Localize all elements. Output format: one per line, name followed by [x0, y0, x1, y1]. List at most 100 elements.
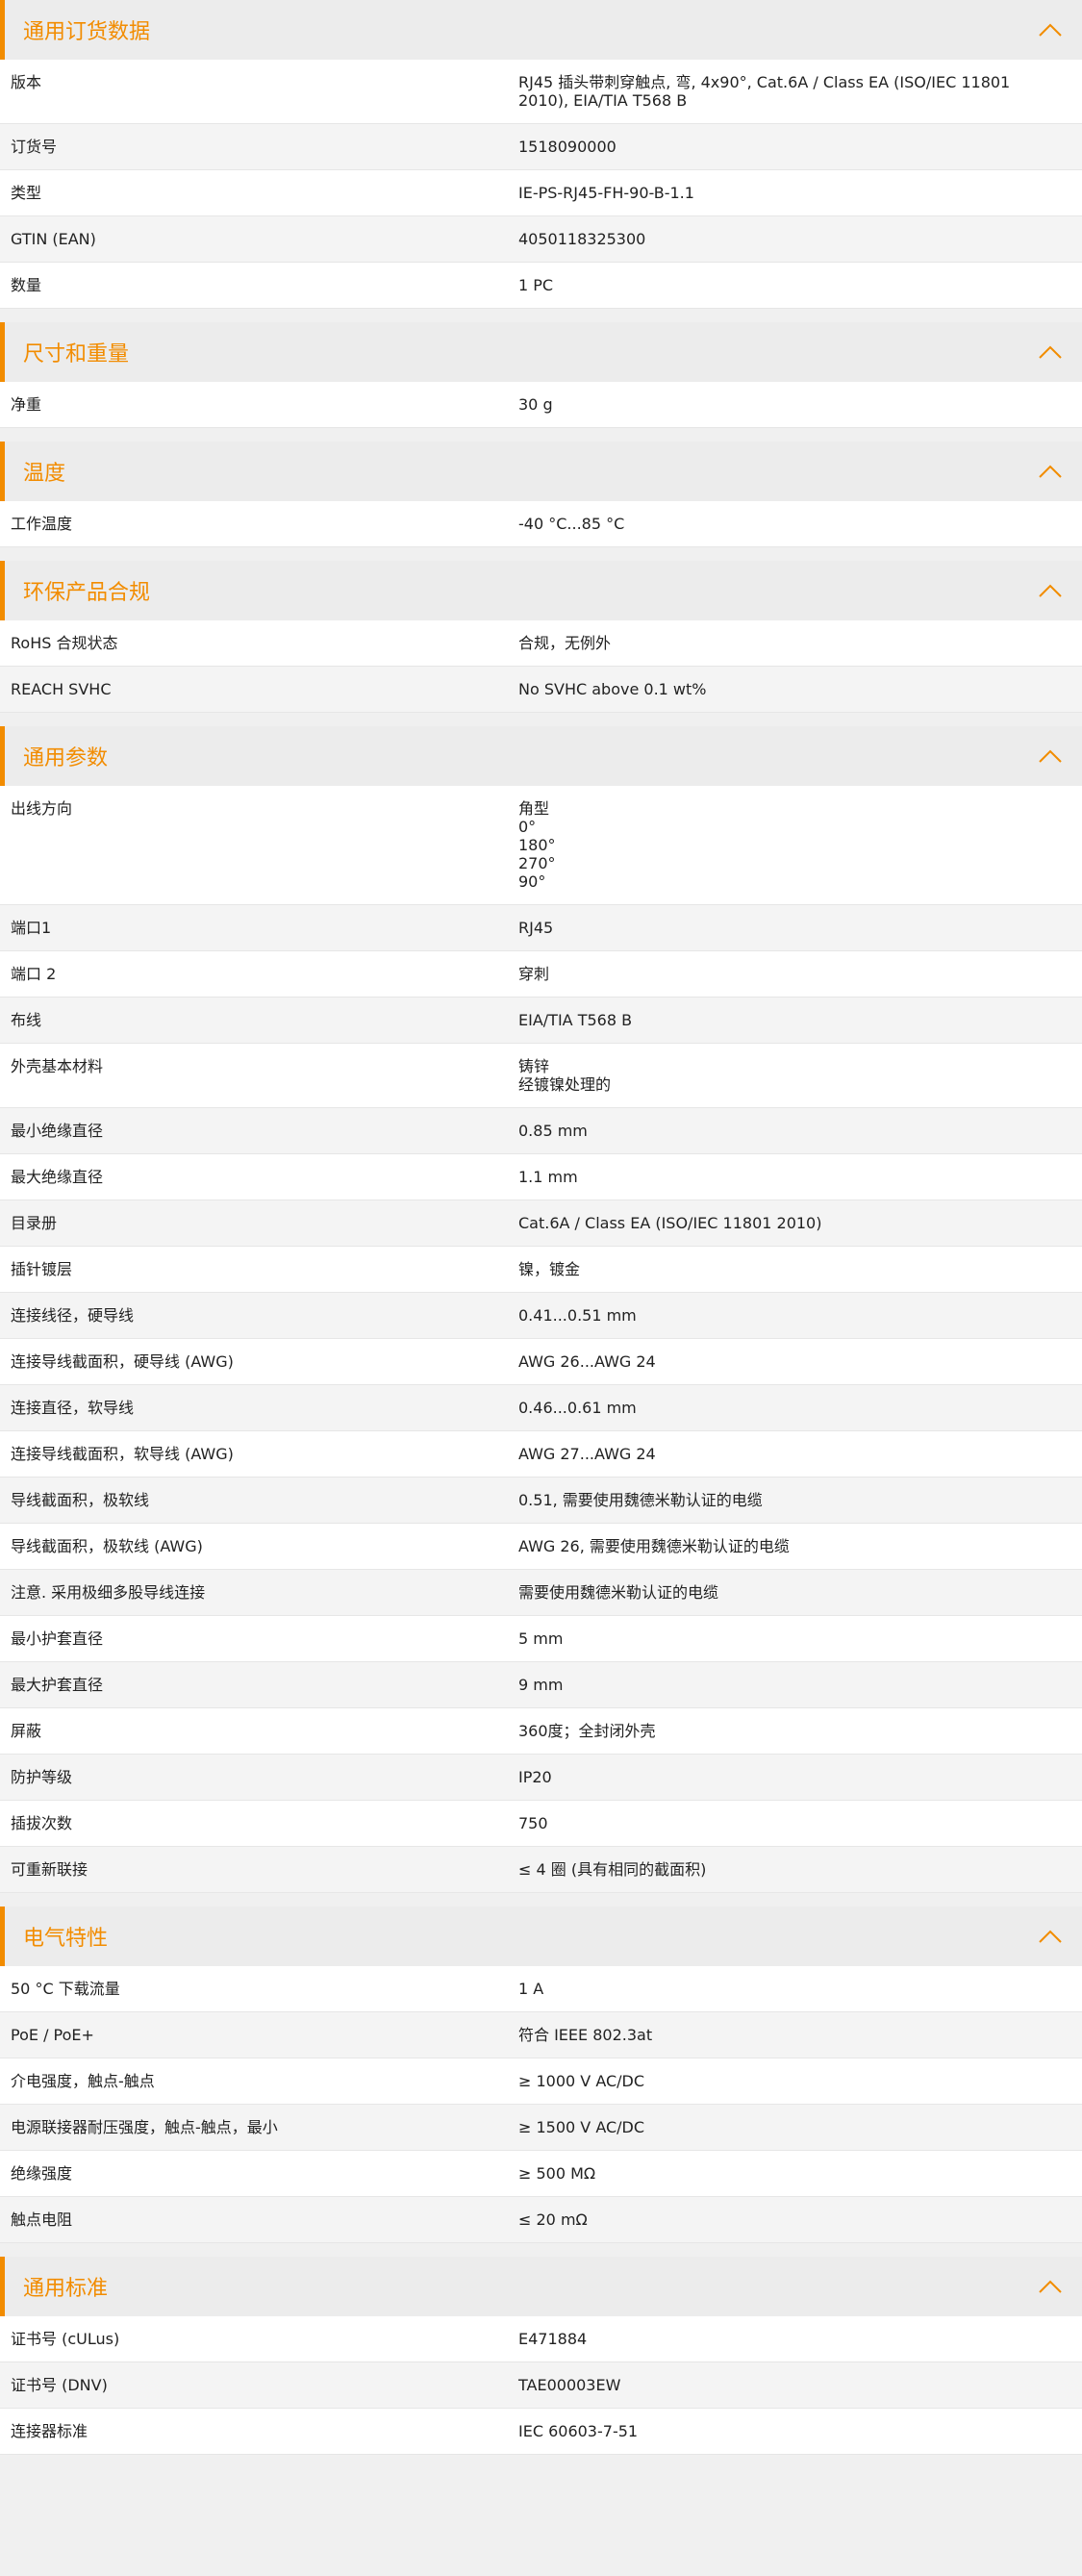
section-gap: [0, 547, 1082, 561]
spec-value-line: AWG 26, 需要使用魏德米勒认证的电缆: [518, 1537, 790, 1555]
spec-rows: 50 °C 下载流量 1 A PoE / PoE+ 符合 IEEE 802.3at 介电…: [0, 1966, 1082, 2243]
spec-value-line: 需要使用魏德米勒认证的电缆: [518, 1583, 719, 1602]
spec-value-line: Cat.6A / Class EA (ISO/IEC 11801 2010): [518, 1214, 822, 1232]
chevron-up-icon[interactable]: [1036, 457, 1065, 486]
spec-row: 最小绝缘直径 0.85 mm: [0, 1108, 1082, 1154]
spec-value: RJ45: [518, 919, 1082, 937]
spec-label: PoE / PoE+: [11, 2026, 94, 2044]
spec-label: 证书号 (cULus): [11, 2330, 120, 2348]
chevron-up-icon[interactable]: [1036, 15, 1065, 44]
spec-row: 最大护套直径 9 mm: [0, 1662, 1082, 1708]
section-title: 通用标准: [23, 2277, 109, 2301]
spec-value-line: 角型: [518, 799, 550, 818]
spec-value-line: 0.85 mm: [518, 1122, 588, 1140]
spec-row: 插拔次数 750: [0, 1801, 1082, 1847]
spec-value-line: AWG 27...AWG 24: [518, 1445, 656, 1463]
spec-value: ≥ 500 MΩ: [518, 2164, 1082, 2183]
spec-value: IEC 60603-7-51: [518, 2422, 1082, 2440]
spec-value-line: ≥ 500 MΩ: [518, 2164, 596, 2183]
spec-row: 证书号 (DNV) TAE00003EW: [0, 2362, 1082, 2409]
spec-value-line: 90°: [518, 872, 546, 891]
spec-value: 0.85 mm: [518, 1122, 1082, 1140]
spec-value: 30 g: [518, 395, 1082, 414]
spec-label: 屏蔽: [11, 1722, 42, 1740]
spec-row: 端口1 RJ45: [0, 905, 1082, 951]
spec-value: 1 A: [518, 1980, 1082, 1998]
spec-value-line: AWG 26...AWG 24: [518, 1352, 656, 1371]
section-header[interactable]: 通用订货数据: [0, 0, 1082, 60]
spec-value-line: ≤ 20 mΩ: [518, 2210, 588, 2229]
spec-row: 连接导线截面积，软导线 (AWG) AWG 27...AWG 24: [0, 1431, 1082, 1477]
chevron-up-icon[interactable]: [1036, 2272, 1065, 2301]
spec-label: 端口1: [11, 919, 52, 937]
spec-label: 防护等级: [11, 1768, 73, 1786]
spec-value-line: 180°: [518, 836, 556, 854]
spec-value-line: 铸锌: [518, 1057, 550, 1075]
spec-row: 防护等级 IP20: [0, 1755, 1082, 1801]
spec-section: 通用参数出线方向 角型 0° 180° 270° 90° 端口1 RJ45 端口 2 穿刺 布线 EI…: [0, 726, 1082, 1893]
spec-value: Cat.6A / Class EA (ISO/IEC 11801 2010): [518, 1214, 1082, 1232]
spec-value: 750: [518, 1814, 1082, 1832]
spec-row: 端口 2 穿刺: [0, 951, 1082, 998]
chevron-up-icon[interactable]: [1036, 576, 1065, 605]
section-header[interactable]: 通用标准: [0, 2257, 1082, 2316]
section-header[interactable]: 温度: [0, 442, 1082, 501]
section-header[interactable]: 环保产品合规: [0, 561, 1082, 620]
spec-value-line: 360度；全封闭外壳: [518, 1722, 656, 1740]
spec-rows: 工作温度 -40 °C...85 °C: [0, 501, 1082, 547]
section-header[interactable]: 尺寸和重量: [0, 322, 1082, 382]
spec-section: 通用订货数据版本 RJ45 插头带刺穿触点, 弯, 4x90°, Cat.6A /…: [0, 0, 1082, 309]
spec-rows: 净重 30 g: [0, 382, 1082, 428]
spec-row: 电源联接器耐压强度，触点-触点，最小 ≥ 1500 V AC/DC: [0, 2105, 1082, 2151]
spec-label: 插拔次数: [11, 1814, 73, 1832]
spec-value-line: 1 A: [518, 1980, 544, 1998]
spec-label: 最大护套直径: [11, 1676, 104, 1694]
section-gap: [0, 2455, 1082, 2468]
spec-value-line: E471884: [518, 2330, 588, 2348]
spec-row: 版本 RJ45 插头带刺穿触点, 弯, 4x90°, Cat.6A / Class…: [0, 60, 1082, 124]
spec-value-line: 镍，镀金: [518, 1260, 581, 1278]
spec-row: 插针镀层 镍，镀金: [0, 1247, 1082, 1293]
spec-value-line: 0°: [518, 818, 537, 836]
spec-value-line: ≥ 1500 V AC/DC: [518, 2118, 645, 2136]
chevron-up-icon[interactable]: [1036, 338, 1065, 366]
spec-value-line: 1.1 mm: [518, 1168, 578, 1186]
spec-value-line: ≥ 1000 V AC/DC: [518, 2072, 645, 2090]
section-gap: [0, 1893, 1082, 1907]
spec-row: 注意. 采用极细多股导线连接 需要使用魏德米勒认证的电缆: [0, 1570, 1082, 1616]
spec-label: 出线方向: [11, 799, 73, 818]
spec-value: ≥ 1500 V AC/DC: [518, 2118, 1082, 2136]
spec-value: 合规，无例外: [518, 634, 1082, 652]
spec-value-line: 270°: [518, 854, 556, 872]
spec-row: 50 °C 下载流量 1 A: [0, 1966, 1082, 2012]
spec-row: 连接直径，软导线 0.46...0.61 mm: [0, 1385, 1082, 1431]
spec-value: AWG 26, 需要使用魏德米勒认证的电缆: [518, 1537, 1082, 1555]
section-header[interactable]: 电气特性: [0, 1907, 1082, 1966]
spec-value-line: 经镀镍处理的: [518, 1075, 612, 1094]
spec-label: 订货号: [11, 138, 58, 156]
spec-value-line: EIA/TIA T568 B: [518, 1011, 633, 1029]
spec-row: 外壳基本材料 铸锌 经镀镍处理的: [0, 1044, 1082, 1108]
spec-value-line: 9 mm: [518, 1676, 564, 1694]
spec-value: No SVHC above 0.1 wt%: [518, 680, 1082, 698]
spec-label: 导线截面积，极软线: [11, 1491, 150, 1509]
spec-value-line: 符合 IEEE 802.3at: [518, 2026, 653, 2044]
section-title: 通用订货数据: [23, 20, 151, 44]
section-header[interactable]: 通用参数: [0, 726, 1082, 786]
spec-value: 穿刺: [518, 965, 1082, 983]
spec-value-line: 0.46...0.61 mm: [518, 1399, 637, 1417]
spec-label: RoHS 合规状态: [11, 634, 118, 652]
spec-label: 净重: [11, 395, 42, 414]
spec-rows: 证书号 (cULus) E471884 证书号 (DNV) TAE00003EW 连接器…: [0, 2316, 1082, 2455]
spec-label: 类型: [11, 184, 42, 202]
chevron-up-icon[interactable]: [1036, 742, 1065, 770]
section-title: 电气特性: [23, 1927, 109, 1951]
spec-value-line: IE-PS-RJ45-FH-90-B-1.1: [518, 184, 694, 202]
spec-value: ≤ 20 mΩ: [518, 2210, 1082, 2229]
spec-row: 介电强度，触点-触点 ≥ 1000 V AC/DC: [0, 2058, 1082, 2105]
chevron-up-icon[interactable]: [1036, 1922, 1065, 1951]
spec-row: 净重 30 g: [0, 382, 1082, 428]
section-title: 温度: [23, 462, 66, 486]
spec-row: 布线 EIA/TIA T568 B: [0, 998, 1082, 1044]
spec-label: 最小护套直径: [11, 1629, 104, 1648]
